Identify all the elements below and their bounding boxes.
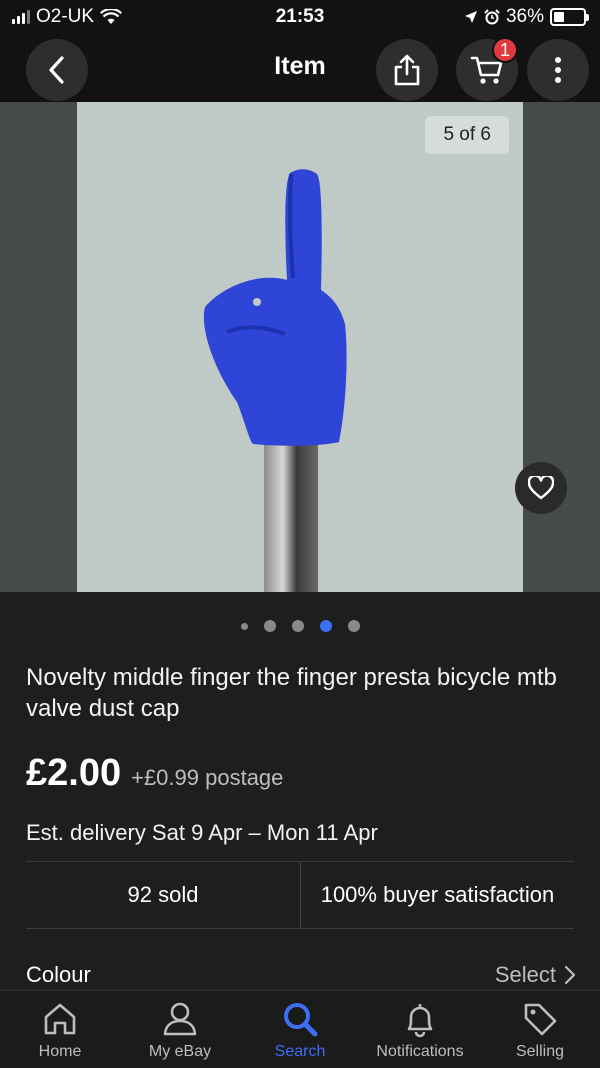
sold-count: 92 sold: [127, 882, 199, 907]
home-icon: [44, 1003, 76, 1035]
status-bar: O2-UK 21:53 36%: [0, 0, 600, 34]
battery-percent: 36%: [505, 6, 544, 27]
tag-icon: [524, 1003, 557, 1036]
colour-selector[interactable]: Colour Select: [26, 962, 576, 988]
buyer-satisfaction: 100% buyer satisfaction: [300, 862, 574, 928]
bottom-tab-bar: Home My eBay Search Notifications Sellin…: [0, 990, 600, 1068]
chevron-left-icon: [49, 56, 64, 84]
status-right: 36%: [464, 6, 589, 28]
price-row: £2.00 +£0.99 postage: [26, 752, 283, 795]
alarm-icon: [484, 9, 500, 25]
pagination-dot[interactable]: [347, 620, 360, 632]
search-icon: [284, 1003, 318, 1037]
tab-label: Selling: [515, 1043, 565, 1060]
tab-my-ebay[interactable]: My eBay: [120, 991, 240, 1068]
seller-stats: 92 sold 100% buyer satisfaction: [26, 862, 574, 928]
tab-label: Search: [274, 1043, 326, 1060]
tab-notifications[interactable]: Notifications: [360, 991, 480, 1068]
product-photo[interactable]: 5 of 6: [77, 102, 523, 592]
top-nav: Item 1: [0, 34, 600, 102]
item-title: Novelty middle finger the finger presta …: [26, 664, 557, 722]
share-icon: [394, 54, 420, 86]
item-price: £2.00: [26, 752, 122, 794]
colour-label: Colour: [26, 962, 91, 987]
cart-button[interactable]: 1: [456, 37, 518, 101]
delivery-estimate: Est. delivery Sat 9 Apr – Mon 11 Apr: [26, 820, 378, 845]
chevron-right-icon: [564, 965, 576, 985]
tab-label: Home: [38, 1043, 82, 1060]
pagination-dot-active[interactable]: [319, 620, 332, 632]
back-button[interactable]: [26, 39, 88, 101]
person-icon: [163, 1002, 197, 1036]
tab-search[interactable]: Search: [240, 991, 360, 1068]
bell-icon: [407, 1004, 433, 1038]
pagination-dot[interactable]: [263, 620, 276, 632]
gallery-pagination: [0, 620, 600, 632]
more-options-button[interactable]: [527, 39, 589, 101]
more-vertical-icon: [555, 57, 561, 83]
cart-count-badge: 1: [492, 37, 518, 63]
tab-label: My eBay: [148, 1043, 212, 1060]
image-gallery[interactable]: 5 of 6: [0, 102, 600, 592]
photo-counter: 5 of 6: [425, 116, 509, 154]
tab-label: Notifications: [376, 1043, 464, 1060]
pagination-dot[interactable]: [291, 620, 304, 632]
share-button[interactable]: [376, 39, 438, 101]
colour-select-link[interactable]: Select: [495, 962, 576, 988]
divider: [26, 928, 574, 929]
pagination-dot[interactable]: [240, 622, 248, 630]
location-arrow-icon: [464, 11, 477, 23]
tab-home[interactable]: Home: [0, 991, 120, 1068]
tab-selling[interactable]: Selling: [480, 991, 600, 1068]
watch-button[interactable]: [515, 462, 567, 514]
product-image: [203, 169, 347, 592]
postage-cost: +£0.99 postage: [131, 765, 284, 790]
colour-select-label: Select: [494, 962, 556, 987]
heart-icon: [528, 476, 554, 500]
battery-icon: [550, 8, 589, 26]
